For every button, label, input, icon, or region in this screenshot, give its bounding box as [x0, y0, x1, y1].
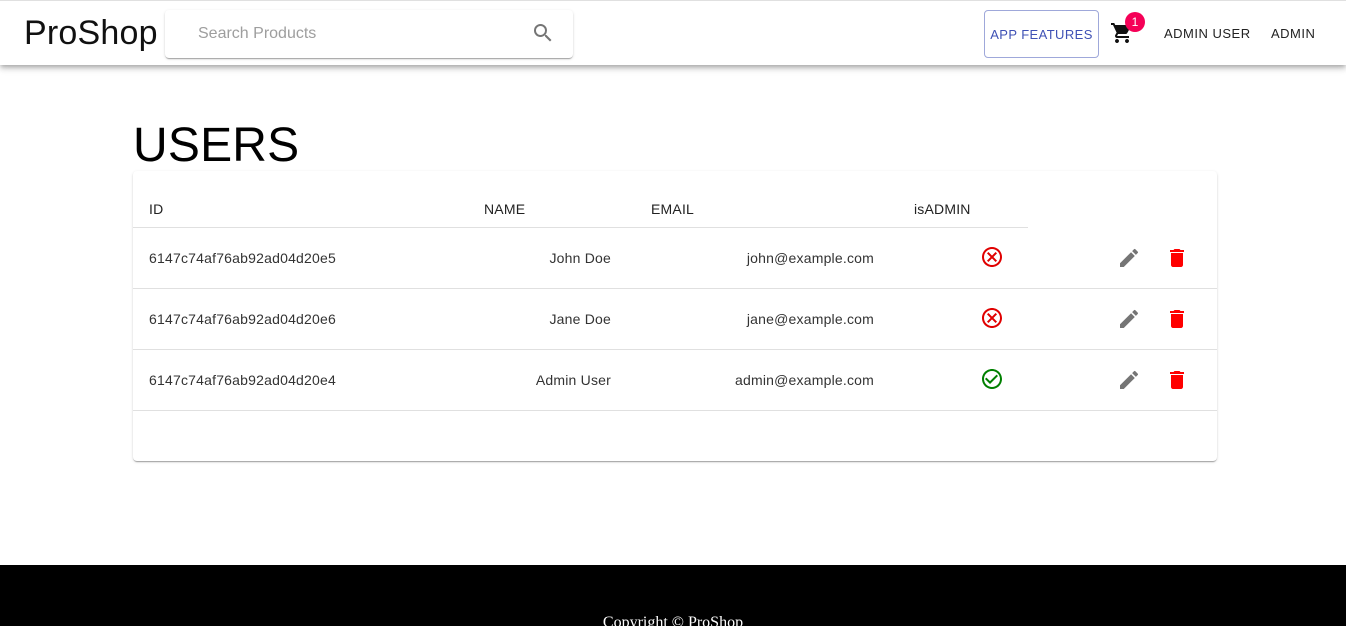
search-button[interactable]: [531, 21, 561, 51]
page-title: USERS: [133, 119, 300, 172]
check-circle-icon: [982, 369, 1002, 389]
footer: Copyright © ProShop: [0, 565, 1346, 626]
user-name-cell: Admin User: [535, 372, 611, 388]
edit-icon[interactable]: [1117, 246, 1141, 270]
edit-icon[interactable]: [1117, 307, 1141, 331]
app-header: ProShop APP FEATURES 1 ADMIN USER ADMIN: [0, 0, 1346, 65]
delete-icon[interactable]: [1165, 246, 1189, 270]
edit-icon[interactable]: [1117, 368, 1141, 392]
search-box: [165, 10, 573, 58]
table-row: 6147c74af76ab92ad04d20e5 John Doe john@e…: [133, 228, 1217, 289]
users-table: ID NAME EMAIL isADMIN 6147c74af76ab92ad0…: [133, 171, 1217, 461]
cancel-icon: [982, 308, 1002, 328]
table-row: 6147c74af76ab92ad04d20e6 Jane Doe jane@e…: [133, 289, 1217, 350]
user-id-cell: 6147c74af76ab92ad04d20e5: [149, 250, 336, 266]
column-header-id: ID: [149, 201, 164, 217]
admin-menu-button[interactable]: ADMIN: [1271, 26, 1315, 41]
column-header-is-admin: isADMIN: [914, 201, 971, 217]
cart-count-badge: 1: [1125, 12, 1145, 32]
table-row: 6147c74af76ab92ad04d20e4 Admin User admi…: [133, 350, 1217, 411]
table-header: ID NAME EMAIL isADMIN: [133, 171, 1028, 228]
user-menu-button[interactable]: ADMIN USER: [1164, 26, 1251, 41]
delete-icon[interactable]: [1165, 368, 1189, 392]
delete-icon[interactable]: [1165, 307, 1189, 331]
user-id-cell: 6147c74af76ab92ad04d20e4: [149, 372, 336, 388]
search-icon: [534, 24, 552, 42]
brand-logo[interactable]: ProShop: [24, 14, 158, 53]
user-name-cell: John Doe: [549, 250, 611, 266]
user-email-cell: john@example.com: [746, 250, 874, 266]
cancel-icon: [982, 247, 1002, 267]
user-email-cell: admin@example.com: [735, 372, 874, 388]
user-id-cell: 6147c74af76ab92ad04d20e6: [149, 311, 336, 327]
copyright-text: Copyright © ProShop: [602, 614, 744, 626]
user-email-cell: jane@example.com: [746, 311, 874, 327]
search-input[interactable]: [165, 10, 515, 58]
column-header-email: EMAIL: [651, 201, 695, 217]
user-name-cell: Jane Doe: [549, 311, 611, 327]
app-features-button[interactable]: APP FEATURES: [984, 10, 1099, 58]
column-header-name: NAME: [484, 201, 526, 217]
